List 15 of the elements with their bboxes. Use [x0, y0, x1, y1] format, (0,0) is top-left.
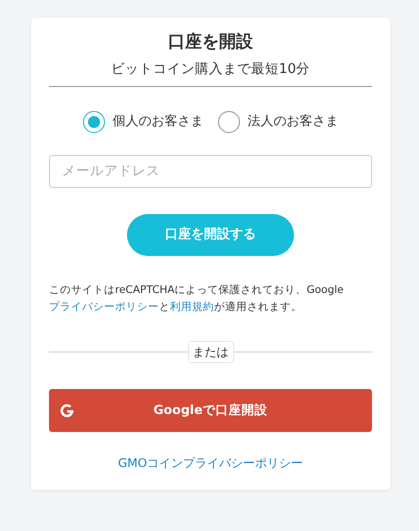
open-account-button[interactable]: 口座を開設する — [127, 214, 294, 256]
radio-button[interactable] — [82, 110, 104, 133]
notice-link[interactable]: プライバシーポリシー — [49, 300, 159, 313]
radio-label[interactable]: 法人のお客さま — [248, 112, 338, 132]
notice-link[interactable]: 利用規約 — [170, 300, 214, 313]
form-title: 口座を開設 — [167, 31, 254, 54]
radio-button[interactable] — [218, 110, 240, 133]
recaptcha-notice: このサイトはreCAPTCHAによって保護されており、Google プライバシーポリシー と 利用規約が適用されます。 — [49, 282, 345, 315]
form-subtitle: ビットコイン購入まで最短10分 — [49, 56, 372, 87]
google-signup-button[interactable]: Googleで口座開設 — [49, 389, 372, 432]
radio-label[interactable]: 個人のお客さま — [112, 112, 204, 132]
divider-label: または — [188, 341, 234, 364]
email-field[interactable]: メールアドレス — [49, 154, 372, 188]
google-icon — [59, 402, 75, 419]
privacy-policy-link[interactable]: GMOコインプライバシーポリシー — [49, 454, 372, 472]
